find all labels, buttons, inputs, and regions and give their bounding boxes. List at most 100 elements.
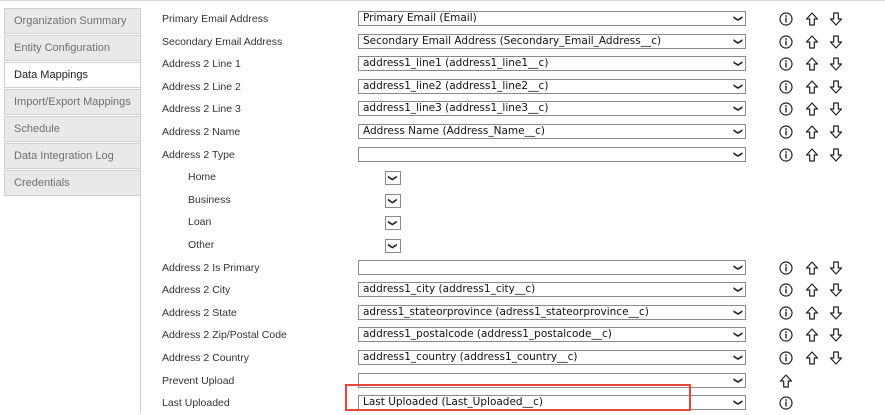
arrow-down-icon[interactable] — [829, 260, 843, 276]
info-icon[interactable] — [779, 395, 793, 411]
mapping-select[interactable]: Secondary Email Address (Secondary_Email… — [358, 33, 746, 49]
selected-value: address1_line1 (address1_line1__c) — [363, 57, 549, 70]
chevron-down-icon: ❯ — [732, 331, 743, 339]
field-label: Address 2 Name — [162, 125, 241, 138]
info-icon[interactable] — [779, 350, 793, 366]
tab-data-mappings[interactable]: Data Mappings — [4, 62, 140, 88]
mapping-select[interactable]: Address Name (Address_Name__c) ❯ — [358, 123, 746, 139]
chevron-down-icon: ❯ — [732, 150, 743, 158]
field-label: Address 2 State — [162, 306, 237, 319]
mapping-select[interactable]: address1_city (address1_city__c) ❯ — [358, 282, 746, 298]
mapping-select[interactable]: ❯ — [358, 372, 746, 388]
arrow-up-icon[interactable] — [805, 305, 819, 321]
option-select[interactable]: ❯ — [385, 216, 401, 231]
tab-credentials[interactable]: Credentials — [4, 170, 140, 196]
arrow-up-icon[interactable] — [805, 350, 819, 366]
mapping-select[interactable]: Primary Email (Email) ❯ — [358, 11, 746, 26]
address-type-option-home: Home ❯ — [150, 166, 885, 189]
info-icon[interactable] — [779, 101, 793, 117]
mapping-row-last-uploaded: Last Uploaded Last Uploaded (Last_Upload… — [150, 392, 885, 415]
arrow-down-icon[interactable] — [829, 34, 843, 50]
arrow-up-icon[interactable] — [805, 282, 819, 298]
mapping-row-address-country: Address 2 Country address1_country (addr… — [150, 347, 885, 370]
arrow-up-icon[interactable] — [805, 101, 819, 117]
mapping-select[interactable]: address1_postalcode (address1_postalcode… — [358, 327, 746, 343]
top-divider — [0, 0, 885, 1]
mapping-row-address-type: Address 2 Type ❯ — [150, 144, 885, 167]
info-icon[interactable] — [779, 124, 793, 140]
mapping-row-address-city: Address 2 City address1_city (address1_c… — [150, 279, 885, 302]
mapping-select[interactable]: address1_line3 (address1_line3__c) ❯ — [358, 101, 746, 117]
option-label: Loan — [188, 216, 212, 229]
field-label: Primary Email Address — [162, 13, 269, 25]
tab-organization-summary[interactable]: Organization Summary — [4, 8, 140, 34]
field-label: Address 2 Type — [162, 148, 235, 161]
chevron-down-icon: ❯ — [732, 59, 743, 68]
mapping-row-address-line-1: Address 2 Line 1 address1_line1 (address… — [150, 53, 885, 76]
info-icon[interactable] — [779, 56, 793, 72]
arrow-down-icon[interactable] — [829, 350, 843, 366]
field-label: Address 2 Line 3 — [162, 103, 241, 116]
arrow-down-icon[interactable] — [829, 11, 843, 27]
mapping-select[interactable]: address1_line2 (address1_line2__c) ❯ — [358, 78, 746, 94]
tab-entity-configuration[interactable]: Entity Configuration — [4, 35, 140, 61]
arrow-down-icon[interactable] — [829, 101, 843, 117]
tab-schedule[interactable]: Schedule — [4, 116, 140, 142]
arrow-up-icon[interactable] — [805, 124, 819, 140]
field-label: Last Uploaded — [162, 397, 230, 410]
mapping-row-address-postal-code: Address 2 Zip/Postal Code address1_posta… — [150, 324, 885, 347]
info-icon[interactable] — [779, 260, 793, 276]
mapping-select[interactable]: ❯ — [358, 259, 746, 275]
info-icon[interactable] — [779, 147, 793, 163]
arrow-up-icon[interactable] — [805, 79, 819, 95]
chevron-down-icon: ❯ — [387, 174, 398, 182]
selected-value: address1_postalcode (address1_postalcode… — [363, 328, 612, 341]
option-select[interactable]: ❯ — [385, 193, 401, 208]
address-type-option-other: Other ❯ — [150, 234, 885, 257]
mapping-select[interactable]: address1_line1 (address1_line1__c) ❯ — [358, 56, 746, 72]
arrow-up-icon[interactable] — [805, 260, 819, 276]
tab-data-integration-log[interactable]: Data Integration Log — [4, 143, 140, 169]
arrow-down-icon[interactable] — [829, 56, 843, 72]
info-icon[interactable] — [779, 79, 793, 95]
mapping-select[interactable]: ❯ — [358, 146, 746, 162]
chevron-down-icon: ❯ — [732, 285, 743, 294]
arrow-down-icon[interactable] — [829, 327, 843, 343]
arrow-up-icon[interactable] — [805, 11, 819, 27]
arrow-up-icon[interactable] — [805, 327, 819, 343]
info-icon[interactable] — [779, 11, 793, 27]
arrow-up-icon[interactable] — [805, 147, 819, 163]
field-label: Address 2 Zip/Postal Code — [162, 329, 287, 342]
address-type-option-business: Business ❯ — [150, 189, 885, 212]
field-label: Address 2 City — [162, 284, 231, 297]
info-icon[interactable] — [779, 282, 793, 298]
mapping-row-address-line-3: Address 2 Line 3 address1_line3 (address… — [150, 98, 885, 121]
arrow-down-icon[interactable] — [829, 124, 843, 140]
arrow-down-icon[interactable] — [829, 147, 843, 163]
mapping-select[interactable]: address1_country (address1_country__c) ❯ — [358, 349, 746, 365]
mapping-row-address-state: Address 2 State adress1_stateorprovince … — [150, 302, 885, 325]
chevron-down-icon: ❯ — [732, 353, 743, 362]
info-icon[interactable] — [779, 327, 793, 343]
info-icon[interactable] — [779, 34, 793, 50]
option-select[interactable]: ❯ — [385, 238, 401, 253]
selected-value: Address Name (Address_Name__c) — [363, 124, 545, 137]
arrow-up-icon[interactable] — [779, 373, 793, 389]
arrow-down-icon[interactable] — [829, 305, 843, 321]
field-label: Address 2 Country — [162, 351, 249, 364]
chevron-down-icon: ❯ — [732, 37, 743, 45]
arrow-up-icon[interactable] — [805, 56, 819, 72]
arrow-down-icon[interactable] — [829, 79, 843, 95]
option-label: Other — [188, 238, 215, 251]
arrow-down-icon[interactable] — [829, 282, 843, 298]
chevron-down-icon: ❯ — [387, 219, 398, 228]
chevron-down-icon: ❯ — [387, 242, 398, 250]
selected-value: Secondary Email Address (Secondary_Email… — [363, 34, 662, 47]
mapping-select[interactable]: Last Uploaded (Last_Uploaded__c) ❯ — [358, 395, 746, 411]
info-icon[interactable] — [779, 305, 793, 321]
tab-import-export-mappings[interactable]: Import/Export Mappings — [4, 89, 140, 115]
option-select[interactable]: ❯ — [385, 171, 401, 186]
arrow-up-icon[interactable] — [805, 34, 819, 50]
mapping-select[interactable]: adress1_stateorprovince (adress1_stateor… — [358, 304, 746, 320]
field-label: Address 2 Is Primary — [162, 261, 260, 274]
